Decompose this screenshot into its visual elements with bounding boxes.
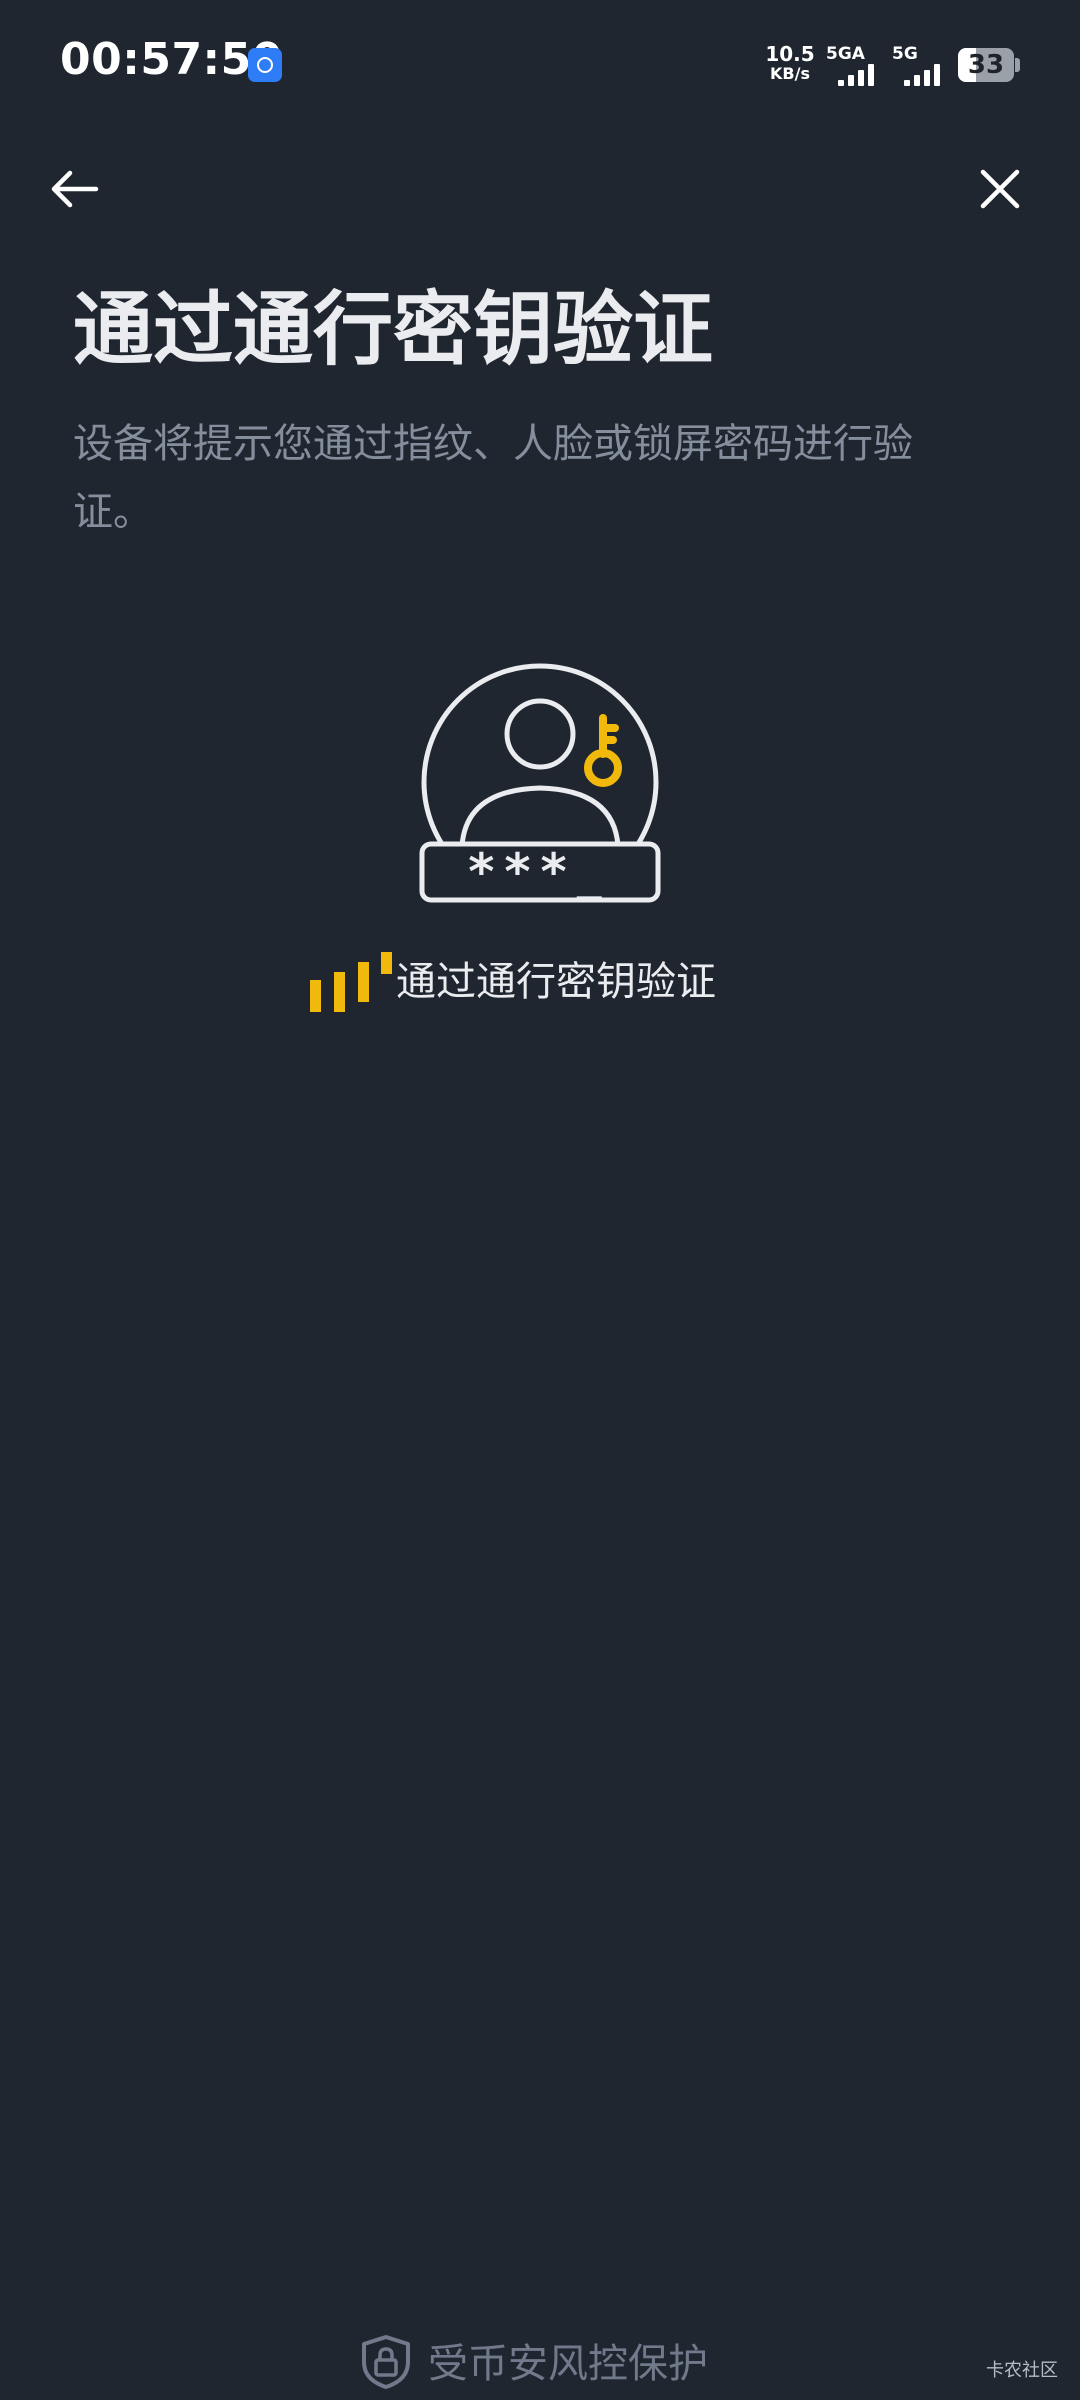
watermark: 卡农社区: [986, 2360, 1058, 2381]
close-icon: [980, 169, 1020, 209]
user-head: [504, 698, 576, 770]
back-button[interactable]: [40, 154, 110, 224]
network-speed-value: 10.5: [765, 42, 815, 66]
footer: 受币安风控保护 卡农社区: [0, 2330, 1080, 2400]
passcode-mask: ***_: [468, 843, 611, 901]
loading-status: 通过通行密钥验证: [300, 946, 780, 1026]
signal-2-label: 5G: [892, 44, 918, 64]
passkey-illustration: ***_: [418, 660, 662, 904]
network-speed: 10.5 KB/s: [764, 44, 816, 84]
page-title: 通过通行密钥验证: [73, 283, 713, 376]
battery-tip: [1015, 58, 1020, 72]
close-button[interactable]: [965, 154, 1035, 224]
user-shoulders: [459, 785, 621, 847]
battery-icon: 33: [958, 48, 1014, 82]
shield-lock-icon: [362, 2335, 410, 2389]
signal-1-label: 5GA: [826, 44, 865, 64]
key-icon: [584, 714, 622, 787]
signal-5g-icon: 5G: [892, 44, 950, 86]
app-notification-icon: [248, 48, 282, 82]
network-speed-unit: KB/s: [770, 64, 810, 83]
loading-spinner-icon: [310, 952, 392, 1012]
status-bar: 00:57:50 10.5 KB/s 5GA 5G 33: [0, 0, 1080, 130]
signal-5ga-icon: 5GA: [826, 44, 884, 86]
loading-text: 通过通行密钥验证: [396, 959, 716, 1005]
battery-level: 33: [967, 50, 1005, 80]
protection-text: 受币安风控保护: [428, 2341, 708, 2387]
arrow-left-icon: [51, 170, 99, 208]
page-subtitle: 设备将提示您通过指纹、人脸或锁屏密码进行验证。: [73, 421, 913, 535]
risk-protection-badge: 受币安风控保护: [360, 2334, 740, 2394]
